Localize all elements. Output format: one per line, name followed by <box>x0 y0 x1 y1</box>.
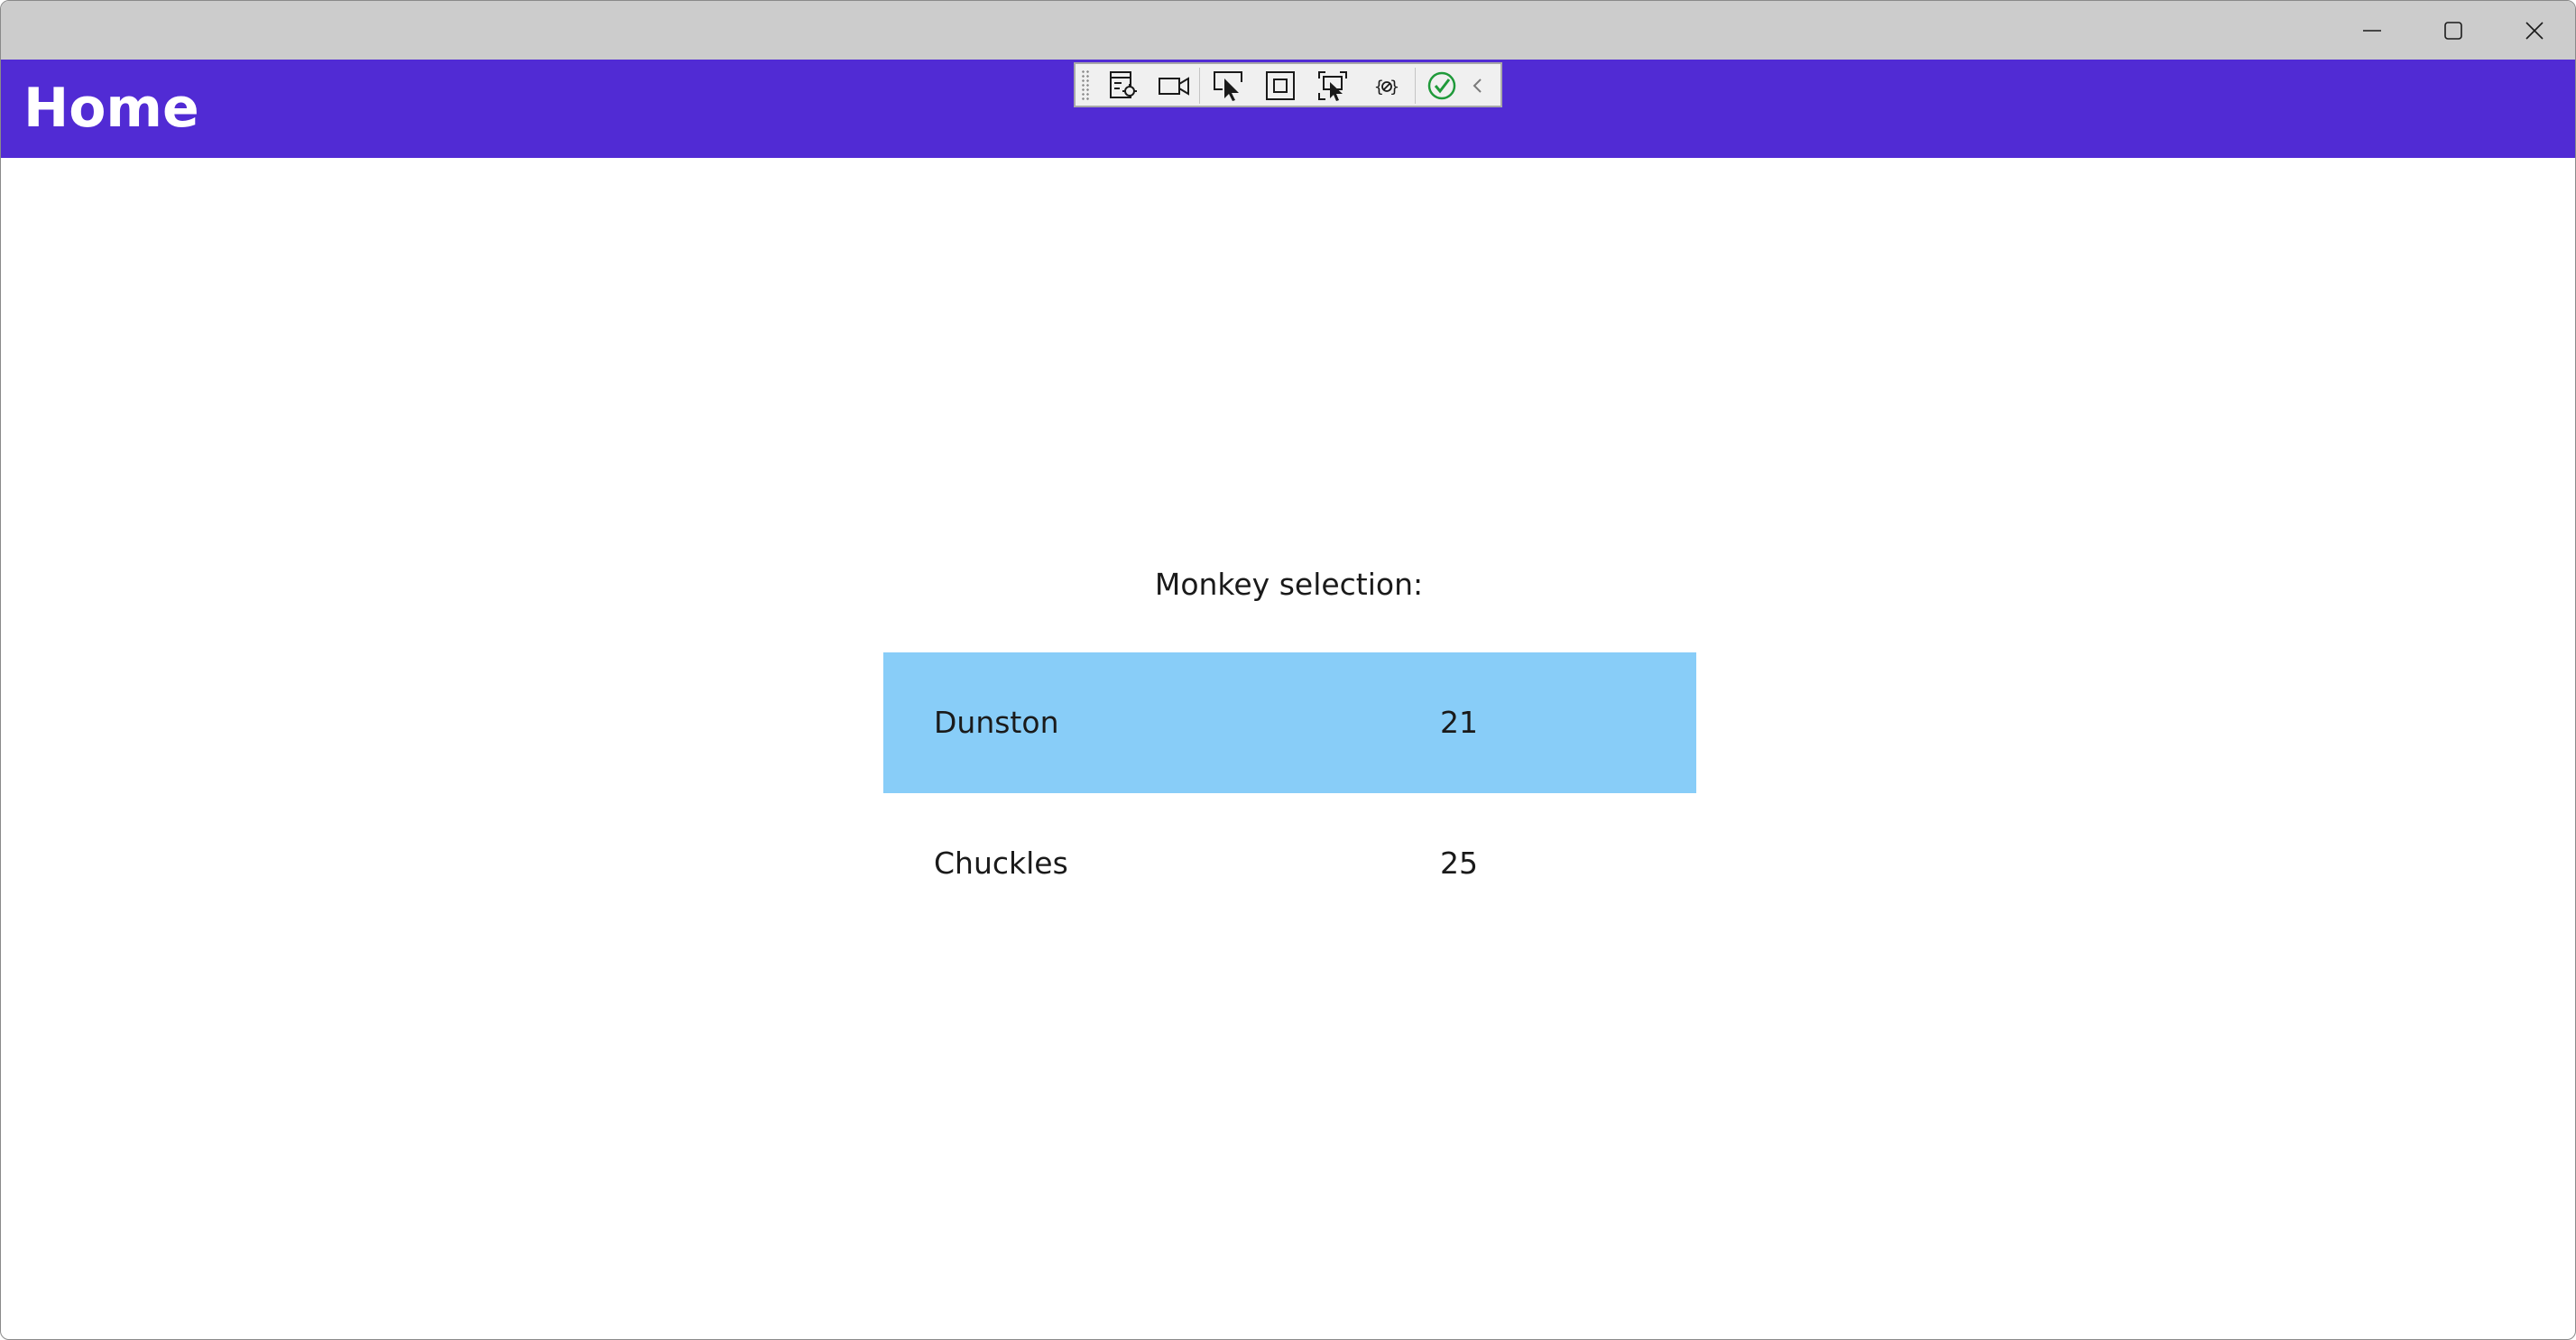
monkey-age: 21 <box>1440 705 1478 740</box>
monkey-list[interactable]: Dunston 21 Chuckles 25 <box>883 652 1696 934</box>
title-bar[interactable] <box>1 1 2575 60</box>
toolbar-separator <box>1415 68 1416 104</box>
maximize-button[interactable] <box>2413 1 2494 60</box>
track-focused-element-icon <box>1318 71 1347 101</box>
toolbar-grip[interactable] <box>1081 69 1090 100</box>
close-button[interactable] <box>2494 1 2575 60</box>
monkey-name: Chuckles <box>934 846 1068 881</box>
select-element-icon <box>1214 71 1242 101</box>
select-element-button[interactable] <box>1205 68 1251 104</box>
app-window: Home {} Monkey selection: Dunston 21 Ch… <box>0 0 2576 1340</box>
monkey-selection-label: Monkey selection: <box>1154 567 1424 602</box>
hot-reload-status-icon <box>1427 71 1456 100</box>
record-button[interactable] <box>1151 68 1196 104</box>
binding-failures-icon: { } <box>1374 78 1400 97</box>
maximize-icon <box>2444 21 2462 40</box>
monkey-name: Dunston <box>934 705 1059 740</box>
list-item-dunston[interactable]: Dunston 21 <box>883 652 1696 793</box>
xaml-debug-toolbar: { } <box>1074 62 1502 107</box>
collapse-toolbar-button[interactable] <box>1455 68 1500 104</box>
minimize-icon <box>2363 29 2381 32</box>
close-icon <box>2525 21 2544 40</box>
monkey-age: 25 <box>1440 846 1478 881</box>
collapse-chevron-icon <box>1473 79 1482 93</box>
display-layout-adorners-icon <box>1266 71 1295 100</box>
list-item-chuckles[interactable]: Chuckles 25 <box>883 793 1696 934</box>
toolbar-separator <box>1199 68 1200 104</box>
track-focused-element-button[interactable] <box>1310 68 1355 104</box>
minimize-button[interactable] <box>2331 1 2413 60</box>
video-camera-icon <box>1159 77 1189 96</box>
live-visual-tree-button[interactable] <box>1101 68 1146 104</box>
display-layout-adorners-button[interactable] <box>1258 68 1303 104</box>
live-visual-tree-icon <box>1110 71 1137 98</box>
binding-failures-button[interactable]: { } <box>1364 68 1409 104</box>
page-title: Home <box>23 77 199 140</box>
